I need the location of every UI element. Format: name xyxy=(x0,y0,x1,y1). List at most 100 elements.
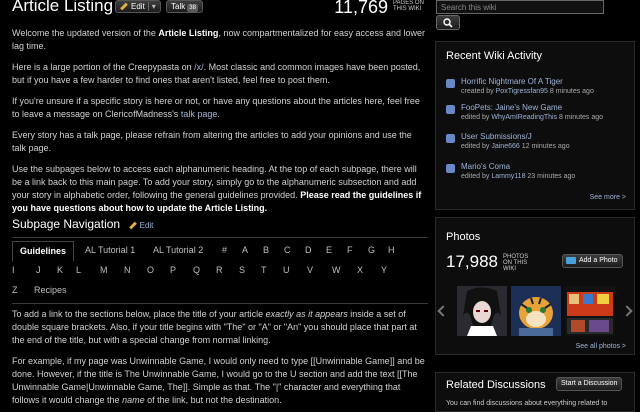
see-more-link[interactable]: See more > xyxy=(590,194,626,201)
time: 8 minutes ago xyxy=(557,114,604,121)
section-title: Subpage Navigation xyxy=(12,217,121,231)
start-discussion-button[interactable]: Start a Discussion xyxy=(556,377,623,391)
tab-w[interactable]: W xyxy=(332,261,341,280)
activity-meta: edited by WhyAmIReadingThis 8 minutes ag… xyxy=(461,113,603,123)
text: edited by xyxy=(461,114,492,121)
recent-activity-module: Recent Wiki Activity Horrific Nightmare … xyxy=(435,41,635,210)
tab-guidelines[interactable]: Guidelines xyxy=(12,241,75,262)
user-link[interactable]: Jaine666 xyxy=(491,143,519,150)
pencil-icon xyxy=(120,3,128,11)
photo-thumbnail[interactable] xyxy=(457,286,507,336)
see-all-photos-link[interactable]: See all photos > xyxy=(576,343,626,350)
chevron-left-icon[interactable] xyxy=(437,305,449,317)
new-page-icon xyxy=(446,79,455,88)
activity-link[interactable]: User Submissions/J xyxy=(461,132,532,142)
edit-label: Edit xyxy=(131,2,145,11)
activity-link[interactable]: FooPets: Jaine's New Game xyxy=(461,103,562,113)
tab-g[interactable]: G xyxy=(368,241,375,260)
tab-e[interactable]: E xyxy=(326,241,332,260)
tab-c[interactable]: C xyxy=(284,241,291,260)
guidelines-paragraph: To add a link to the sections below, pla… xyxy=(12,308,428,347)
page-count: 11,769 xyxy=(334,0,388,17)
add-photo-button[interactable]: Add a Photo xyxy=(562,254,623,268)
intro-paragraph: Welcome the updated version of the Artic… xyxy=(12,27,428,53)
tab-recipes[interactable]: Recipes xyxy=(34,281,67,300)
search-input[interactable]: Search this wiki xyxy=(436,0,604,14)
text: created by xyxy=(461,88,496,95)
tab-z[interactable]: Z xyxy=(12,281,18,300)
add-photo-icon xyxy=(566,257,576,264)
talk-page-link[interactable]: talk page xyxy=(181,109,218,119)
text: Here is a large portion of the Creepypas… xyxy=(12,62,195,72)
module-title: Recent Wiki Activity xyxy=(446,50,542,62)
time: 8 minutes ago xyxy=(547,88,594,95)
edit-button[interactable]: Edit ▾ xyxy=(115,0,161,13)
tab-o[interactable]: O xyxy=(147,261,154,280)
pencil-icon xyxy=(128,222,137,230)
photos-module: Photos 17,988 PHOTOS ON THIS WIKI Add a … xyxy=(435,217,635,355)
tab-d[interactable]: D xyxy=(305,241,312,260)
main-content: Article Listing Edit ▾ Talk 38 11,769 PAGES… xyxy=(0,0,432,409)
tab-v[interactable]: V xyxy=(307,261,313,280)
tab-p[interactable]: P xyxy=(170,261,176,280)
tab-s[interactable]: S xyxy=(239,261,245,280)
tab-y[interactable]: Y xyxy=(381,261,387,280)
tab-q[interactable]: Q xyxy=(193,261,200,280)
tab-i[interactable]: I xyxy=(12,261,15,280)
chevron-right-icon[interactable] xyxy=(621,305,633,317)
photo-count-label: PHOTOS ON THIS WIKI xyxy=(503,254,529,272)
tab-j[interactable]: J xyxy=(36,261,41,280)
subpage-tabs: Guidelines AL Tutorial 1 AL Tutorial 2 # A B C… xyxy=(12,241,428,301)
tab-r[interactable]: R xyxy=(216,261,223,280)
talk-label: Talk xyxy=(171,2,186,11)
photo-thumbnail[interactable] xyxy=(565,286,615,336)
italic-text: exactly as it appears xyxy=(265,309,348,319)
guidelines-paragraph: For example, if my page was Unwinnable G… xyxy=(12,355,428,407)
tab-l[interactable]: L xyxy=(76,261,81,280)
tab-a[interactable]: A xyxy=(242,241,248,260)
user-link[interactable]: PoxTigressfan95 xyxy=(496,88,548,95)
page-title: Article Listing xyxy=(12,0,114,15)
tab-x[interactable]: X xyxy=(357,261,363,280)
tab-k[interactable]: K xyxy=(57,261,63,280)
anime-character-image xyxy=(457,286,507,336)
section-edit-link[interactable]: Edit xyxy=(128,221,153,230)
tab-n[interactable]: N xyxy=(124,261,131,280)
discussions-text: You can find discussions about everythin… xyxy=(446,400,608,407)
module-title: Related Discussions xyxy=(446,379,546,391)
module-title: Photos xyxy=(446,231,481,243)
board-link[interactable]: /x/ xyxy=(194,62,204,72)
user-link[interactable]: WhyAmIReadingThis xyxy=(491,114,557,121)
talk-count-badge: 38 xyxy=(187,4,198,12)
photo-count: 17,988 xyxy=(446,252,498,271)
photo-thumbnail[interactable] xyxy=(511,286,561,336)
activity-link[interactable]: Mario's Coma xyxy=(461,162,510,172)
guidelines-text: To add a link to the sections below, pla… xyxy=(12,308,428,409)
activity-link[interactable]: Horrific Nightmare Of A Tiger xyxy=(461,77,563,87)
tab-h[interactable]: H xyxy=(388,241,395,260)
activity-meta: created by PoxTigressfan95 8 minutes ago xyxy=(461,87,594,97)
intro-paragraph: Every story has a talk page, please refr… xyxy=(12,130,412,153)
page-count-label: PAGES ON THIS WIKI xyxy=(393,0,424,12)
chevron-down-icon[interactable]: ▾ xyxy=(147,2,156,11)
edit-icon xyxy=(446,105,455,114)
tab-u[interactable]: U xyxy=(283,261,290,280)
tab-f[interactable]: F xyxy=(347,241,353,260)
divider xyxy=(12,303,428,304)
text: edited by xyxy=(461,173,492,180)
tab-#[interactable]: # xyxy=(222,241,227,260)
discussions-module: Related Discussions Start a Discussion Y… xyxy=(435,372,635,412)
tab-al-tutorial-2[interactable]: AL Tutorial 2 xyxy=(153,241,203,260)
edit-icon xyxy=(446,164,455,173)
search-button[interactable] xyxy=(436,15,460,30)
tab-m[interactable]: M xyxy=(100,261,108,280)
user-link[interactable]: Lammy118 xyxy=(491,173,525,180)
tab-al-tutorial-1[interactable]: AL Tutorial 1 xyxy=(85,241,135,260)
italic-text: name xyxy=(122,395,145,405)
intro-paragraph: If you're unsure if a specific story is … xyxy=(12,95,428,121)
tab-t[interactable]: T xyxy=(261,261,267,280)
text: Welcome the updated version of the xyxy=(12,28,159,38)
talk-button[interactable]: Talk 38 xyxy=(166,0,203,13)
section-heading: Subpage Navigation Edit xyxy=(12,217,428,238)
tab-b[interactable]: B xyxy=(263,241,269,260)
